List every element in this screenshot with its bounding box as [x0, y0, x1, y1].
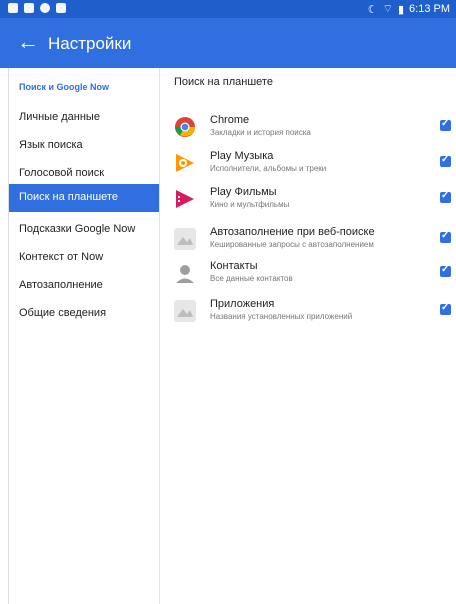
nav-item-general-info[interactable]: Общие сведения [9, 300, 159, 328]
apps-icon [174, 300, 196, 322]
chrome-icon [174, 116, 196, 138]
checkbox[interactable] [440, 118, 451, 131]
item-title: Play Музыка [210, 150, 274, 162]
file-icon [56, 3, 66, 13]
checkbox[interactable] [440, 154, 451, 167]
checkbox[interactable] [440, 190, 451, 203]
play-music-icon [174, 152, 196, 174]
checkbox[interactable] [440, 302, 451, 315]
search-source-chrome[interactable]: Chrome Закладки и история поиска [160, 112, 456, 148]
item-title: Chrome [210, 114, 250, 126]
item-subtitle: Закладки и история поиска [210, 128, 311, 137]
nav-item-google-now-tips[interactable]: Подсказки Google Now [9, 216, 159, 244]
item-text: Play Музыка Исполнители, альбомы и треки [210, 150, 430, 173]
status-time: 6:13 PM [409, 3, 450, 15]
item-subtitle: Все данные контактов [210, 274, 293, 283]
nav-item-label: Контекст от Now [19, 251, 104, 263]
item-text: Приложения Названия установленных прилож… [210, 298, 430, 321]
nav-item-label: Язык поиска [19, 139, 83, 151]
nav-item-label: Поиск на планшете [19, 191, 118, 203]
nav-item-now-context[interactable]: Контекст от Now [9, 244, 159, 272]
play-movies-icon [174, 188, 196, 210]
item-title: Play Фильмы [210, 186, 277, 198]
status-bar: ☾ ⌔ ▮ 6:13 PM [0, 0, 456, 18]
cast-icon [24, 3, 34, 13]
nav-item-label: Подсказки Google Now [19, 223, 136, 235]
search-source-play-movies[interactable]: Play Фильмы Кино и мультфильмы [160, 184, 456, 220]
page-title: Настройки [48, 34, 132, 53]
item-subtitle: Названия установленных приложений [210, 312, 353, 321]
item-text: Контакты Все данные контактов [210, 260, 430, 283]
item-text: Автозаполнение при веб-поиске Кешированн… [210, 226, 430, 249]
item-title: Автозаполнение при веб-поиске [210, 226, 375, 238]
app-toolbar: ← Настройки [0, 18, 456, 68]
nav-item-search-language[interactable]: Язык поиска [9, 132, 159, 160]
wifi-icon: ⌔ [382, 3, 393, 15]
moon-icon: ☾ [367, 3, 378, 16]
item-title: Приложения [210, 298, 275, 310]
notification-icon [8, 3, 18, 13]
nav-item-personal-data[interactable]: Личные данные [9, 104, 159, 132]
item-text: Play Фильмы Кино и мультфильмы [210, 186, 430, 209]
checkbox[interactable] [440, 230, 451, 243]
back-arrow-icon[interactable]: ← [14, 28, 42, 56]
nav-item-label: Общие сведения [19, 307, 107, 319]
item-subtitle: Кино и мультфильмы [210, 200, 290, 209]
nav-item-label: Автозаполнение [19, 279, 103, 291]
status-left-icons [8, 3, 66, 13]
item-title: Контакты [210, 260, 258, 272]
nav-item-label: Голосовой поиск [19, 167, 105, 179]
search-source-apps[interactable]: Приложения Названия установленных прилож… [160, 296, 456, 332]
item-text: Chrome Закладки и история поиска [210, 114, 430, 137]
content-header: Поиск на планшете [174, 76, 273, 88]
nav-item-autofill[interactable]: Автозаполнение [9, 272, 159, 300]
contacts-icon [174, 262, 196, 284]
nav-section-header: Поиск и Google Now [19, 82, 110, 92]
item-subtitle: Кешированные запросы с автозаполнением [210, 240, 374, 249]
phone-icon [40, 3, 50, 13]
search-source-web-autofill[interactable]: Автозаполнение при веб-поиске Кешированн… [160, 224, 456, 260]
checkbox[interactable] [440, 264, 451, 277]
autofill-icon [174, 228, 196, 250]
settings-nav: Поиск и Google Now Личные данные Язык по… [8, 68, 160, 604]
item-subtitle: Исполнители, альбомы и треки [210, 164, 327, 173]
nav-item-tablet-search[interactable]: Поиск на планшете [9, 184, 159, 212]
nav-item-label: Личные данные [19, 111, 100, 123]
search-source-play-music[interactable]: Play Музыка Исполнители, альбомы и треки [160, 148, 456, 184]
status-right: ☾ ⌔ ▮ 6:13 PM [368, 2, 450, 16]
search-source-contacts[interactable]: Контакты Все данные контактов [160, 258, 456, 294]
battery-icon: ▮ [397, 3, 405, 16]
